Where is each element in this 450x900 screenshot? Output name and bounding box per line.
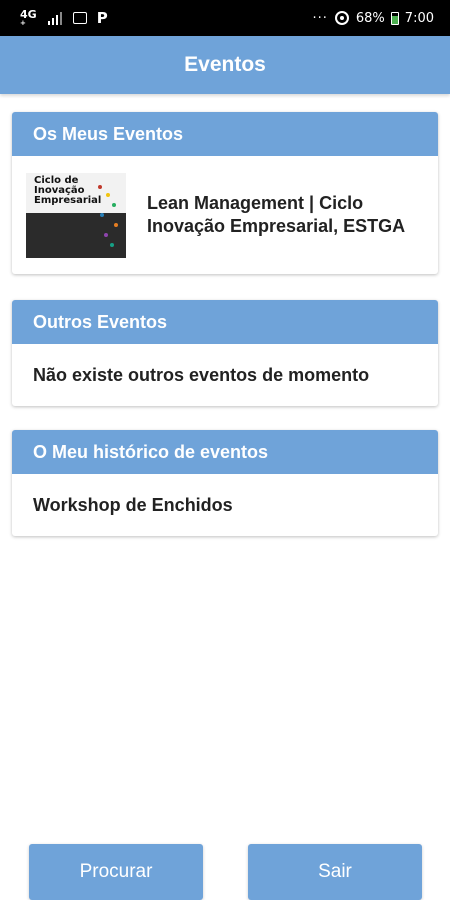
my-events-card: Os Meus Eventos Ciclo de Inovação Empres… xyxy=(12,112,438,274)
other-events-empty-message: Não existe outros eventos de momento xyxy=(33,364,370,385)
history-card: O Meu histórico de eventos Workshop de E… xyxy=(12,430,438,536)
image-notification-icon xyxy=(72,12,87,24)
other-events-header: Outros Eventos xyxy=(12,300,438,344)
app-bar: Eventos xyxy=(0,36,450,94)
battery-icon xyxy=(390,11,399,25)
event-thumbnail: Ciclo de Inovação Empresarial xyxy=(26,172,126,258)
network-indicator: 4G + xyxy=(20,8,37,27)
my-events-header: Os Meus Eventos xyxy=(12,112,438,156)
more-notifications-icon: ··· xyxy=(312,10,328,26)
event-title: Lean Management | Ciclo Inovação Empresa… xyxy=(147,193,406,236)
my-event-item[interactable]: Ciclo de Inovação Empresarial Lean Manag… xyxy=(12,156,438,274)
other-events-card: Outros Eventos Não existe outros eventos… xyxy=(12,300,438,406)
status-bar: 4G + P ··· 68% 7:00 xyxy=(0,0,450,36)
clock: 7:00 xyxy=(404,10,434,26)
history-header: O Meu histórico de eventos xyxy=(12,430,438,474)
battery-percent: 68% xyxy=(355,10,385,26)
wifi-settings-icon xyxy=(334,11,349,25)
exit-button[interactable]: Sair xyxy=(248,844,422,900)
thumbnail-decoration xyxy=(98,184,118,247)
history-item[interactable]: Workshop de Enchidos xyxy=(12,474,438,536)
parking-notification-icon: P xyxy=(96,9,108,27)
page-title: Eventos xyxy=(184,53,266,76)
search-button[interactable]: Procurar xyxy=(29,844,203,900)
event-thumbnail-text: Ciclo de Inovação Empresarial xyxy=(34,174,102,206)
signal-icon xyxy=(47,11,62,25)
